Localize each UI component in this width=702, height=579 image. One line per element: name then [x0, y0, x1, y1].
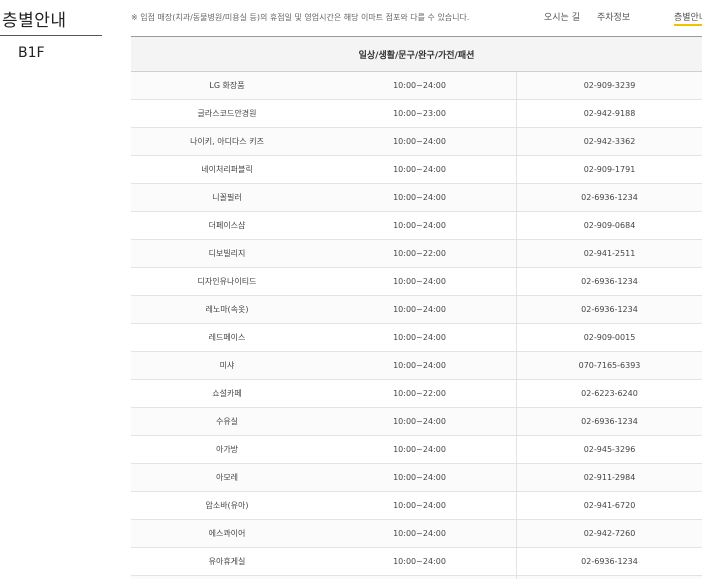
- store-hours: 10:00~24:00: [393, 137, 446, 146]
- store-phone: 02-909-3239: [516, 72, 702, 99]
- table-row: 더페이스샵 10:00~24:00 02-909-0684: [131, 212, 702, 240]
- store-hours: 10:00~24:00: [393, 501, 446, 510]
- store-name: 아가방: [215, 445, 239, 454]
- table-row: 쇼설카페 10:00~22:00 02-6223-6240: [131, 380, 702, 408]
- store-hours: 10:00~24:00: [393, 445, 446, 454]
- store-phone: 02-942-3362: [516, 128, 702, 155]
- nav-floor-guide-link[interactable]: 층별안내: [674, 10, 702, 26]
- store-phone: 02-941-6720: [516, 492, 702, 519]
- store-phone: 02-6936-1234: [516, 184, 702, 211]
- table-row: 글라스코드안경원 10:00~23:00 02-942-9188: [131, 100, 702, 128]
- store-name: 압소바(유아): [205, 501, 249, 510]
- store-hours: 10:00~24:00: [393, 221, 446, 230]
- store-phone: 02-941-2511: [516, 240, 702, 267]
- store-directory-table: 일상/생활/문구/완구/가전/패션 LG 화장품 10:00~24:00 02-90…: [131, 36, 702, 579]
- store-name: 레드페이스: [208, 333, 246, 342]
- store-hours: 10:00~24:00: [393, 277, 446, 286]
- store-name: 네이처리퍼블릭: [201, 165, 253, 174]
- store-name: 글라스코드안경원: [197, 109, 257, 118]
- store-phone: 070-7165-6393: [516, 352, 702, 379]
- store-phone: 02-942-9188: [516, 100, 702, 127]
- store-hours: 10:00~24:00: [393, 193, 446, 202]
- table-row: LG 화장품 10:00~24:00 02-909-3239: [131, 72, 702, 100]
- floor-label: B1F: [18, 45, 45, 61]
- store-hours: 10:00~22:00: [393, 389, 446, 398]
- table-row: 레드페이스 10:00~24:00 02-909-0015: [131, 324, 702, 352]
- store-hours: 10:00~24:00: [393, 333, 446, 342]
- store-phone: 02-911-2984: [516, 464, 702, 491]
- table-row: 아가방 10:00~24:00 02-945-3296: [131, 436, 702, 464]
- nav-directions-link[interactable]: 오시는 길: [544, 10, 580, 23]
- store-name: 디보빌리지: [208, 249, 246, 258]
- store-name: 니꼴필러: [212, 193, 242, 202]
- table-row: 유아휴게실 10:00~24:00 02-6936-1234: [131, 548, 702, 576]
- store-phone: 02-6936-1234: [516, 408, 702, 435]
- store-phone: 02-6936-1234: [516, 268, 702, 295]
- store-name: 아모레: [215, 473, 239, 482]
- store-name: 유아휴게실: [208, 557, 246, 566]
- store-name: 더페이스샵: [208, 221, 246, 230]
- table-row: 아모레 10:00~24:00 02-911-2984: [131, 464, 702, 492]
- store-hours: 10:00~24:00: [393, 417, 446, 426]
- store-hours: 10:00~24:00: [393, 305, 446, 314]
- store-hours: 10:00~24:00: [393, 81, 446, 90]
- table-row: 디보빌리지 10:00~22:00 02-941-2511: [131, 240, 702, 268]
- store-name: 쇼설카페: [212, 389, 242, 398]
- table-row: 미샤 10:00~24:00 070-7165-6393: [131, 352, 702, 380]
- store-hours: 10:00~22:00: [393, 249, 446, 258]
- store-rows: LG 화장품 10:00~24:00 02-909-3239 글라스코드안경원 10:0…: [131, 72, 702, 579]
- store-hours: 10:00~23:00: [393, 109, 446, 118]
- category-header: 일상/생활/문구/완구/가전/패션: [131, 36, 702, 72]
- top-navigation: 오시는 길 주차정보 층별안내: [0, 10, 702, 26]
- store-phone: 02-6936-1234: [516, 296, 702, 323]
- store-phone: 02-6936-1234: [516, 548, 702, 575]
- store-phone: 02-942-7260: [516, 520, 702, 547]
- store-phone: 02-909-1791: [516, 156, 702, 183]
- store-name: 나이키, 아디다스 키즈: [190, 137, 264, 146]
- store-hours: 10:00~24:00: [393, 557, 446, 566]
- table-row: 니꼴필러 10:00~24:00 02-6936-1234: [131, 184, 702, 212]
- table-row: 압소바(유아) 10:00~24:00 02-941-6720: [131, 492, 702, 520]
- store-name: LG 화장품: [209, 81, 245, 90]
- table-row: 네이처리퍼블릭 10:00~24:00 02-909-1791: [131, 156, 702, 184]
- store-hours: 10:00~24:00: [393, 165, 446, 174]
- store-hours: 10:00~24:00: [393, 473, 446, 482]
- store-hours: 10:00~24:00: [393, 529, 446, 538]
- store-name: 레노마(속옷): [205, 305, 249, 314]
- store-hours: 10:00~24:00: [393, 361, 446, 370]
- nav-parking-link[interactable]: 주차정보: [597, 10, 630, 23]
- store-name: 에스콰이어: [208, 529, 246, 538]
- table-row: 나이키, 아디다스 키즈 10:00~24:00 02-942-3362: [131, 128, 702, 156]
- store-phone: 02-945-3296: [516, 436, 702, 463]
- title-divider: [0, 35, 102, 36]
- table-row: 디자인유나이티드 10:00~24:00 02-6936-1234: [131, 268, 702, 296]
- store-name: 디자인유나이티드: [197, 277, 257, 286]
- table-row: 수유실 10:00~24:00 02-6936-1234: [131, 408, 702, 436]
- table-row: 레노마(속옷) 10:00~24:00 02-6936-1234: [131, 296, 702, 324]
- store-phone: 02-909-0684: [516, 212, 702, 239]
- store-phone: 02-6223-6240: [516, 380, 702, 407]
- store-phone: 02-909-0015: [516, 324, 702, 351]
- store-name: 미샤: [219, 361, 235, 370]
- table-row: 에스콰이어 10:00~24:00 02-942-7260: [131, 520, 702, 548]
- store-name: 수유실: [215, 417, 239, 426]
